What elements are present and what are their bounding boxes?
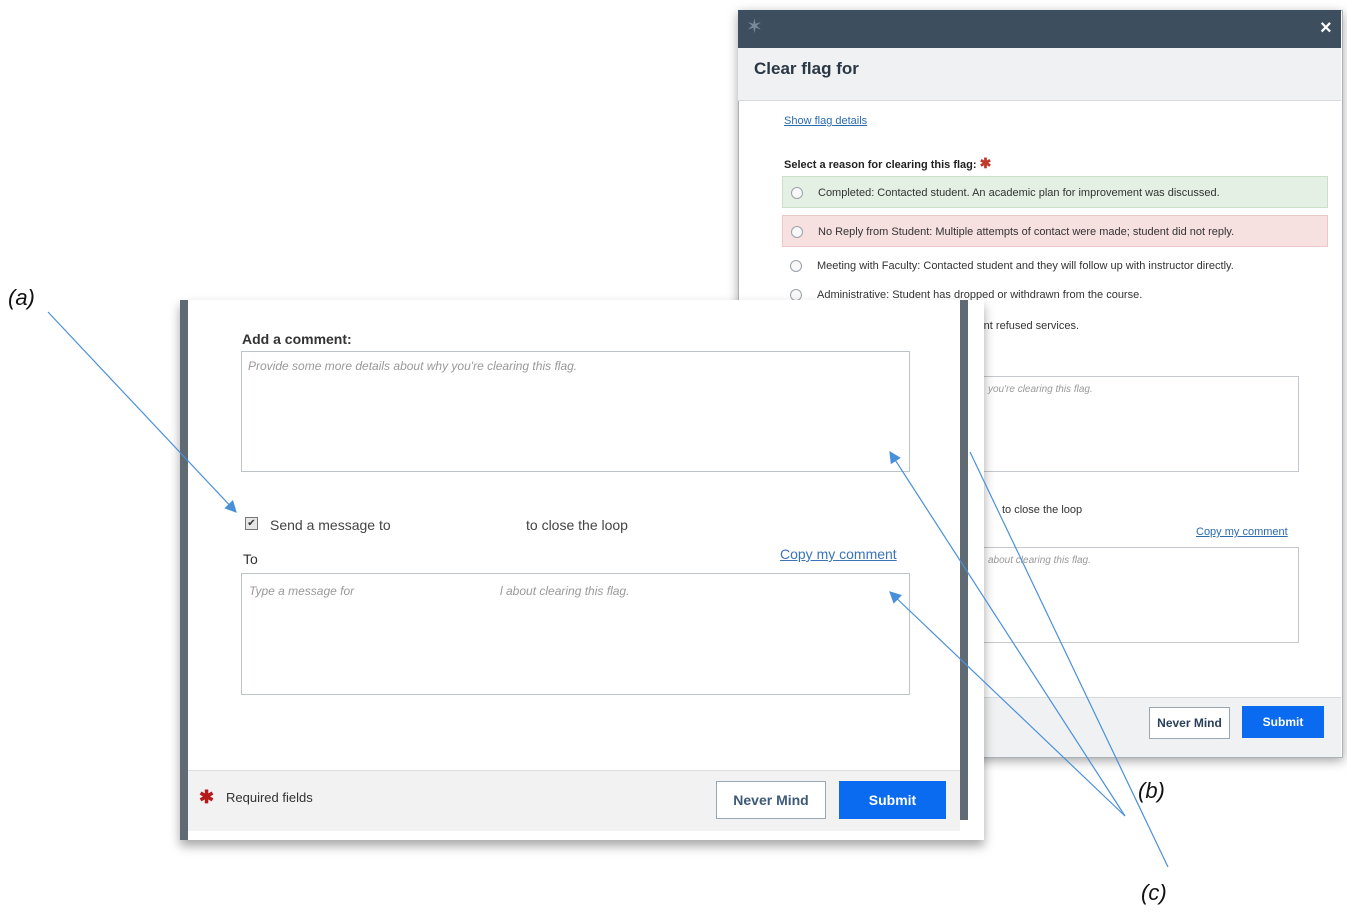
annotation-label-c: (c) (1141, 880, 1167, 905)
arrow-c (969, 451, 1169, 868)
arrow-a (47, 311, 237, 513)
annotation-label-b: (b) (1138, 778, 1165, 803)
annotation-label-a: (a) (8, 285, 35, 310)
arrow-b-to-comment (889, 450, 1126, 817)
